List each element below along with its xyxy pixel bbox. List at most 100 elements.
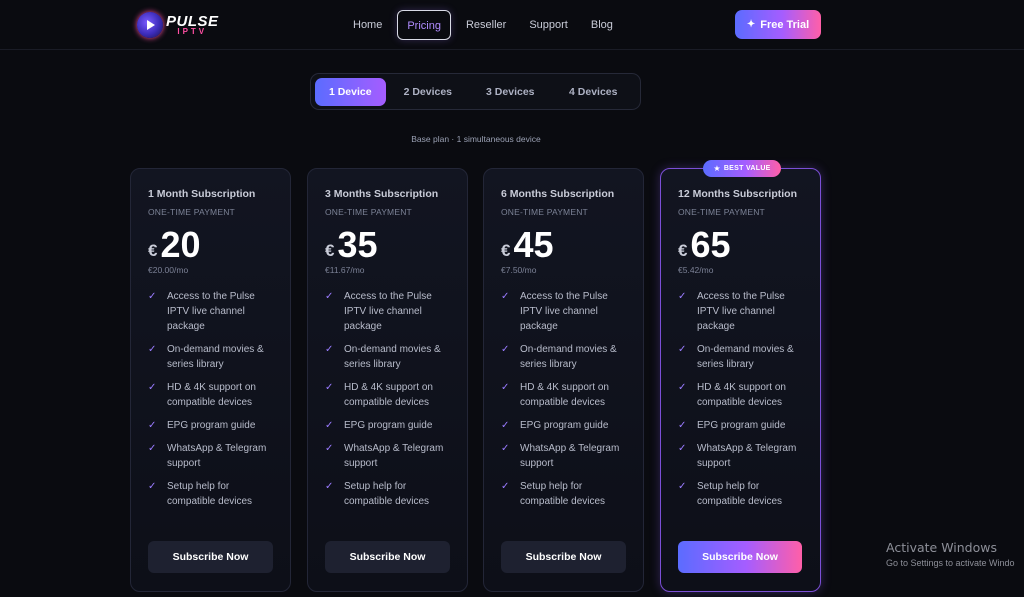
- tab-2-devices[interactable]: 2 Devices: [386, 78, 470, 106]
- feature-item: ✓ On-demand movies & series library: [501, 344, 617, 370]
- check-icon: ✓: [325, 420, 334, 431]
- feature-item: ✓ WhatsApp & Telegram support: [501, 443, 620, 469]
- feature-list: ✓ Access to the Pulse IPTV live channel p…: [325, 289, 450, 509]
- plan-payment-type: ONE-TIME PAYMENT: [678, 207, 765, 217]
- check-icon: ✓: [678, 291, 687, 302]
- price-per-month: €20.00/mo: [148, 265, 189, 275]
- check-icon: ✓: [678, 481, 687, 492]
- feature-item: ✓ HD & 4K support on compatible devices: [501, 382, 609, 408]
- tab-1-device[interactable]: 1 Device: [315, 77, 386, 106]
- plan-title: 12 Months Subscription: [678, 188, 798, 200]
- check-icon: ✓: [325, 344, 334, 355]
- check-icon: ✓: [325, 382, 334, 393]
- device-tabs: 1 Device 2 Devices 3 Devices 4 Devices: [310, 73, 641, 110]
- check-icon: ✓: [148, 344, 157, 355]
- plan-payment-type: ONE-TIME PAYMENT: [148, 207, 235, 217]
- price: € 20: [148, 225, 273, 265]
- feature-item: ✓ WhatsApp & Telegram support: [678, 443, 797, 469]
- plan-card-3-months: 3 Months Subscription ONE-TIME PAYMENT €…: [307, 168, 468, 592]
- brand-logo[interactable]: PULSE IPTV: [137, 11, 219, 39]
- feature-item: ✓ EPG program guide: [325, 420, 433, 431]
- nav-reseller[interactable]: Reseller: [458, 10, 514, 40]
- feature-item: ✓ Setup help for compatible devices: [325, 481, 430, 507]
- feature-item: ✓ HD & 4K support on compatible devices: [678, 382, 786, 408]
- check-icon: ✓: [501, 443, 510, 454]
- check-icon: ✓: [325, 443, 334, 454]
- plan-note: Base plan · 1 simultaneous device: [411, 134, 541, 144]
- price-amount: 35: [337, 224, 378, 265]
- star-icon: ★: [713, 164, 721, 173]
- tab-3-devices[interactable]: 3 Devices: [470, 78, 551, 106]
- feature-list: ✓ Access to the Pulse IPTV live channel p…: [148, 289, 273, 509]
- check-icon: ✓: [678, 443, 687, 454]
- price-per-month: €11.67/mo: [325, 265, 365, 275]
- feature-item: ✓ On-demand movies & series library: [678, 344, 794, 370]
- check-icon: ✓: [501, 291, 510, 302]
- plan-payment-type: ONE-TIME PAYMENT: [501, 207, 588, 217]
- feature-item: ✓ EPG program guide: [501, 420, 609, 431]
- price-amount: 20: [160, 224, 201, 265]
- feature-item: ✓ EPG program guide: [678, 420, 786, 431]
- check-icon: ✓: [148, 382, 157, 393]
- subscribe-button[interactable]: Subscribe Now: [678, 541, 802, 573]
- check-icon: ✓: [501, 420, 510, 431]
- price-per-month: €5.42/mo: [678, 265, 714, 275]
- currency-symbol: €: [678, 241, 688, 260]
- subscribe-button[interactable]: Subscribe Now: [325, 541, 450, 573]
- plan-title: 6 Months Subscription: [501, 188, 615, 200]
- currency-symbol: €: [148, 241, 158, 260]
- feature-list: ✓ Access to the Pulse IPTV live channel p…: [501, 289, 626, 509]
- subscribe-button[interactable]: Subscribe Now: [148, 541, 273, 573]
- tab-4-devices[interactable]: 4 Devices: [551, 78, 636, 106]
- check-icon: ✓: [148, 443, 157, 454]
- nav-support[interactable]: Support: [521, 10, 576, 40]
- plan-title: 3 Months Subscription: [325, 188, 439, 200]
- check-icon: ✓: [501, 481, 510, 492]
- feature-item: ✓ Access to the Pulse IPTV live channel p…: [678, 291, 785, 332]
- plan-card-12-months: ★ BEST VALUE 12 Months Subscription ONE-…: [660, 160, 821, 592]
- free-trial-label: Free Trial: [760, 18, 810, 31]
- price-amount: 45: [513, 224, 554, 265]
- price: € 35: [325, 225, 450, 265]
- feature-item: ✓ Access to the Pulse IPTV live channel p…: [148, 291, 255, 332]
- check-icon: ✓: [148, 481, 157, 492]
- feature-item: ✓ WhatsApp & Telegram support: [325, 443, 444, 469]
- plan-card-6-months: 6 Months Subscription ONE-TIME PAYMENT €…: [483, 168, 644, 592]
- feature-item: ✓ HD & 4K support on compatible devices: [325, 382, 433, 408]
- price: € 65: [678, 225, 803, 265]
- check-icon: ✓: [501, 344, 510, 355]
- badge-label: BEST VALUE: [723, 165, 771, 172]
- price-per-month: €7.50/mo: [501, 265, 537, 275]
- currency-symbol: €: [325, 241, 335, 260]
- check-icon: ✓: [148, 420, 157, 431]
- feature-item: ✓ On-demand movies & series library: [325, 344, 441, 370]
- feature-item: ✓ EPG program guide: [148, 420, 256, 431]
- feature-item: ✓ HD & 4K support on compatible devices: [148, 382, 256, 408]
- free-trial-button[interactable]: ✦ Free Trial: [735, 10, 821, 39]
- feature-item: ✓ WhatsApp & Telegram support: [148, 443, 267, 469]
- watermark-title: Activate Windows: [886, 540, 997, 555]
- feature-item: ✓ Setup help for compatible devices: [501, 481, 606, 507]
- watermark-subtitle: Go to Settings to activate Windo: [886, 558, 1015, 568]
- nav-home[interactable]: Home: [345, 10, 390, 40]
- nav-blog[interactable]: Blog: [583, 10, 621, 40]
- check-icon: ✓: [501, 382, 510, 393]
- plan-card-1-month: 1 Month Subscription ONE-TIME PAYMENT € …: [130, 168, 291, 592]
- feature-item: ✓ Access to the Pulse IPTV live channel p…: [325, 291, 432, 332]
- subscribe-button[interactable]: Subscribe Now: [501, 541, 626, 573]
- check-icon: ✓: [678, 344, 687, 355]
- plan-title: 1 Month Subscription: [148, 188, 256, 200]
- feature-list: ✓ Access to the Pulse IPTV live channel p…: [678, 289, 803, 509]
- site-header: PULSE IPTV Home Pricing Reseller Support…: [0, 0, 1024, 50]
- feature-item: ✓ Setup help for compatible devices: [678, 481, 783, 507]
- price-amount: 65: [690, 224, 731, 265]
- feature-item: ✓ Setup help for compatible devices: [148, 481, 253, 507]
- nav-pricing[interactable]: Pricing: [397, 10, 451, 40]
- check-icon: ✓: [678, 382, 687, 393]
- check-icon: ✓: [678, 420, 687, 431]
- main-nav: Home Pricing Reseller Support Blog: [345, 10, 628, 40]
- feature-item: ✓ Access to the Pulse IPTV live channel p…: [501, 291, 608, 332]
- windows-activation-watermark: Activate Windows Go to Settings to activ…: [886, 540, 1015, 568]
- plan-payment-type: ONE-TIME PAYMENT: [325, 207, 412, 217]
- feature-item: ✓ On-demand movies & series library: [148, 344, 264, 370]
